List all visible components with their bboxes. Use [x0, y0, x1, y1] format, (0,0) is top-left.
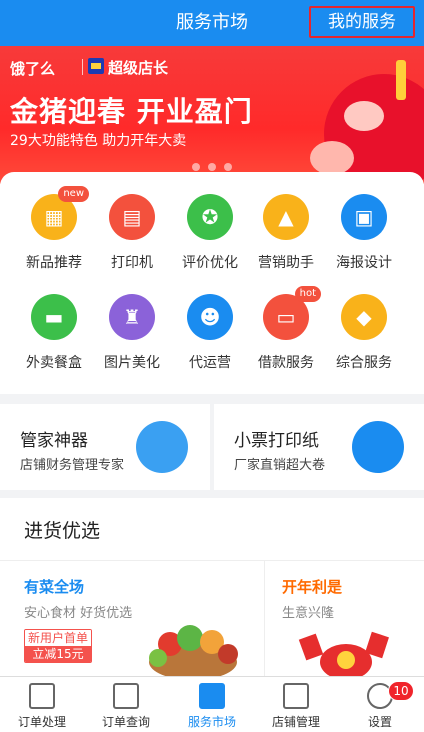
grid-item-loan[interactable]: ▭ hot 借款服务 [244, 286, 328, 372]
tab-service-market[interactable]: 服务市场 [170, 677, 254, 732]
tab-shop-manage[interactable]: 店铺管理 [254, 677, 338, 732]
top-header: 服务市场 我的服务 [0, 0, 424, 46]
order-process-icon [29, 683, 55, 709]
brush-icon: ♜ [109, 294, 155, 340]
apps-icon-glyph: ◆ [356, 305, 372, 329]
grid-item-label: 借款服务 [258, 355, 314, 371]
carousel-dot[interactable] [208, 163, 216, 171]
divider [264, 560, 265, 678]
promo-card-paper[interactable]: 小票打印纸 厂家直销超大卷 [214, 404, 424, 490]
grid-item-label: 海报设计 [336, 255, 392, 271]
tab-settings[interactable]: 设置 10 [338, 677, 422, 732]
purchase-section: 进货优选 有菜全场 安心食材 好货优选 新用户首单 立减15元 开年利是 生意兴… [0, 498, 424, 678]
order-query-icon [113, 683, 139, 709]
grid-item-label: 打印机 [111, 255, 153, 271]
section-title: 进货优选 [24, 520, 101, 542]
my-service-button[interactable]: 我的服务 [309, 6, 415, 38]
divider [0, 560, 424, 561]
grid-item-label: 新品推荐 [26, 255, 82, 271]
grid-item-label: 营销助手 [258, 255, 314, 271]
service-market-icon [199, 683, 225, 709]
bottom-tab-bar: 订单处理 订单查询 服务市场 店铺管理 设置 10 [0, 676, 424, 732]
apps-icon: ◆ [341, 294, 387, 340]
grid-item-marketing[interactable]: ▲ 营销助手 [244, 194, 328, 272]
grid-item-new-products[interactable]: ▦ new 新品推荐 [12, 186, 96, 272]
chart-icon-glyph: ▲ [278, 205, 294, 229]
new-tag: new [58, 186, 89, 202]
crown-icon [88, 58, 104, 74]
printer-icon-glyph: ▤ [122, 205, 142, 229]
banner-headline: 金猪迎春 开业盈门 [10, 95, 253, 128]
promo-subtitle: 店铺财务管理专家 [20, 458, 125, 473]
vegetable-basket-image [149, 625, 238, 678]
discount-label: 立减15元 [25, 646, 91, 662]
robot-icon: ☻ [187, 294, 233, 340]
promo-title: 小票打印纸 [234, 431, 319, 451]
promo-subtitle: 厂家直销超大卷 [234, 458, 326, 473]
grid-item-poster[interactable]: ▣ 海报设计 [322, 194, 406, 272]
promo-banner[interactable]: 饿了么 超级店长 金猪迎春 开业盈门 29大功能特色 助力开年大卖 [0, 46, 424, 184]
new-year-card-subtitle: 生意兴隆 [282, 606, 335, 621]
new-user-label: 新用户首单 [25, 630, 91, 646]
promo-title: 管家神器 [20, 431, 88, 451]
grid-item-label: 图片美化 [104, 355, 160, 371]
lunchbox-icon-glyph: ▬ [44, 305, 64, 329]
grid-item-printer[interactable]: ▤ 打印机 [90, 194, 174, 272]
robot-icon-glyph: ☻ [199, 305, 221, 329]
pig-illustration [344, 101, 384, 131]
grid-item-label: 外卖餐盒 [26, 355, 82, 371]
printer-icon: ▤ [109, 194, 155, 240]
service-grid: ▦ new 新品推荐 ▤ 打印机 ✪ 评价优化 ▲ 营销助手 ▣ 海报设计 ▬ … [0, 172, 424, 394]
banner-subtitle: 29大功能特色 助力开年大卖 [10, 133, 187, 149]
image-icon-glyph: ▣ [354, 205, 374, 229]
tab-order-query[interactable]: 订单查询 [84, 677, 168, 732]
medal-icon: ✪ [187, 194, 233, 240]
shop-manage-icon [283, 683, 309, 709]
chart-icon: ▲ [263, 194, 309, 240]
grid-item-operation[interactable]: ☻ 代运营 [168, 294, 252, 372]
vegetable-card-title[interactable]: 有菜全场 [24, 576, 84, 597]
tab-order-process[interactable]: 订单处理 [0, 677, 84, 732]
new-year-card-title[interactable]: 开年利是 [282, 576, 342, 597]
grid-item-label: 综合服务 [336, 355, 392, 371]
gift-icon: ▦ new [31, 186, 89, 240]
banner-separator [82, 59, 83, 75]
brush-icon-glyph: ♜ [123, 305, 141, 329]
tab-label: 订单查询 [101, 715, 150, 729]
tab-label: 店铺管理 [271, 715, 320, 729]
banner-badge: 超级店长 [108, 59, 169, 77]
paper-roll-icon [352, 421, 404, 473]
notification-badge: 10 [388, 681, 414, 701]
tab-label: 订单处理 [17, 715, 66, 729]
hot-tag: hot [294, 286, 321, 302]
banner-brand-logo: 饿了么 [10, 60, 56, 78]
grid-item-lunchbox[interactable]: ▬ 外卖餐盒 [12, 294, 96, 372]
tab-label: 设置 [367, 715, 392, 729]
grid-item-general[interactable]: ◆ 综合服务 [322, 294, 406, 372]
ledger-icon [136, 421, 188, 473]
grid-item-photo-edit[interactable]: ♜ 图片美化 [90, 294, 174, 372]
grid-item-label: 评价优化 [182, 255, 238, 271]
grid-item-label: 代运营 [189, 355, 231, 371]
grid-item-review[interactable]: ✪ 评价优化 [168, 194, 252, 272]
image-icon: ▣ [341, 194, 387, 240]
medal-icon-glyph: ✪ [201, 205, 219, 229]
lunchbox-icon: ▬ [31, 294, 77, 340]
tab-label: 服务市场 [187, 715, 236, 729]
carousel-dot[interactable] [192, 163, 200, 171]
vegetable-card-subtitle: 安心食材 好货优选 [24, 606, 133, 621]
card-icon: ▭ hot [263, 286, 321, 340]
carousel-dot[interactable] [224, 163, 232, 171]
new-user-discount-badge[interactable]: 新用户首单 立减15元 [24, 629, 92, 663]
lantern-illustration [396, 60, 406, 100]
promo-card-ledger[interactable]: 管家神器 店铺财务管理专家 [0, 404, 210, 490]
red-envelope-image [298, 631, 389, 678]
